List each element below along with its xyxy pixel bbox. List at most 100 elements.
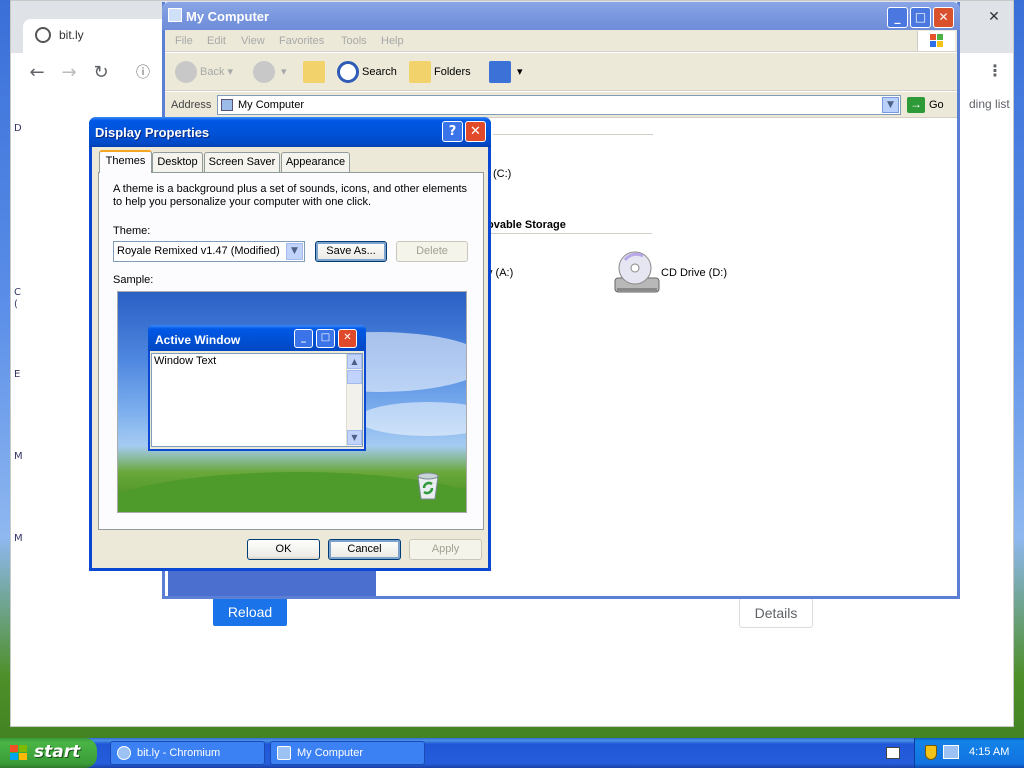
sample-label: Sample: — [113, 274, 154, 286]
network-icon[interactable] — [943, 745, 959, 759]
forward-arrow-icon[interactable]: → — [57, 61, 81, 85]
close-button[interactable]: ✕ — [933, 7, 954, 28]
edge-letter: M — [14, 451, 23, 462]
menu-file[interactable]: File — [175, 35, 193, 47]
sample-scrollbar: ▲ ▼ — [346, 354, 362, 446]
chevron-down-icon[interactable]: ▼ — [286, 243, 303, 260]
themes-description: A theme is a background plus a set of so… — [113, 183, 468, 208]
sample-window-text: Window Text — [154, 355, 217, 367]
scroll-up-icon: ▲ — [347, 354, 362, 369]
chromium-tab-title: bit.ly — [59, 28, 84, 42]
computer-icon — [168, 8, 182, 22]
ok-button[interactable]: OK — [247, 539, 320, 560]
display-properties-dialog: Display Properties ? ✕ Themes Desktop Sc… — [89, 117, 491, 571]
taskbar-item-my-computer[interactable]: My Computer — [270, 741, 425, 765]
folders-button[interactable]: Folders — [409, 61, 471, 83]
maximize-button[interactable]: □ — [910, 7, 931, 28]
tab-desktop[interactable]: Desktop — [152, 152, 203, 172]
help-button[interactable]: ? — [442, 121, 463, 142]
tab-themes[interactable]: Themes — [99, 150, 152, 173]
globe-icon — [35, 27, 51, 43]
windows-flag-icon — [10, 745, 27, 760]
my-computer-title: My Computer — [186, 9, 270, 24]
sample-active-window-title: Active Window — [155, 333, 241, 347]
clock[interactable]: 4:15 AM — [969, 746, 1009, 758]
back-arrow-icon[interactable]: ← — [25, 61, 49, 85]
theme-select-value: Royale Remixed v1.47 (Modified) — [117, 245, 280, 257]
apply-button[interactable]: Apply — [409, 539, 482, 560]
scroll-thumb — [347, 370, 362, 384]
drive-c-label[interactable]: (C:) — [493, 168, 511, 180]
details-button[interactable]: Details — [739, 598, 813, 628]
sample-active-window: Active Window _ □ ✕ Window Text ▲ ▼ — [148, 325, 366, 451]
edge-letter: ( — [14, 299, 18, 310]
edge-letter: D — [14, 123, 22, 134]
reload-icon[interactable]: ↻ — [89, 61, 113, 85]
tab-appearance[interactable]: Appearance — [281, 152, 350, 172]
system-tray: 4:15 AM — [914, 738, 1024, 768]
forward-button[interactable]: ▾ — [253, 61, 287, 83]
section-divider — [487, 233, 652, 234]
address-bar: Address My Computer ▼ → Go — [165, 92, 957, 118]
close-icon: ✕ — [338, 329, 357, 348]
menu-tools[interactable]: Tools — [341, 35, 367, 47]
windows-flag-icon — [917, 31, 955, 51]
theme-select[interactable]: Royale Remixed v1.47 (Modified) ▼ — [113, 241, 305, 262]
address-label: Address — [171, 99, 212, 111]
cd-drive-icon[interactable] — [613, 248, 661, 296]
themes-tab-panel: A theme is a background plus a set of so… — [98, 172, 484, 530]
scroll-down-icon: ▼ — [347, 430, 362, 445]
menu-help[interactable]: Help — [381, 35, 404, 47]
theme-label: Theme: — [113, 225, 151, 237]
taskbar-item-chromium[interactable]: bit.ly - Chromium — [110, 741, 265, 765]
menu-favorites[interactable]: Favorites — [279, 35, 324, 47]
menu-view[interactable]: View — [241, 35, 265, 47]
dialog-close-button[interactable]: ✕ — [465, 121, 486, 142]
security-shield-icon[interactable] — [925, 745, 937, 760]
edge-letter: E — [14, 369, 21, 380]
menu-edit[interactable]: Edit — [207, 35, 226, 47]
reading-list-button[interactable]: ding list — [969, 97, 1010, 111]
tab-screen-saver[interactable]: Screen Saver — [204, 152, 280, 172]
keyboard-icon[interactable] — [886, 747, 900, 759]
views-icon — [489, 61, 511, 83]
address-input[interactable]: My Computer ▼ — [217, 95, 901, 115]
back-button[interactable]: Back ▾ — [175, 61, 233, 83]
computer-icon — [221, 99, 233, 111]
taskbar: start bit.ly - Chromium My Computer 4:15… — [0, 738, 1024, 768]
chromium-menu-icon[interactable]: ⋮ — [987, 61, 1003, 80]
views-button[interactable]: ▾ — [489, 61, 523, 83]
edge-letter: M — [14, 533, 23, 544]
search-icon — [337, 61, 359, 83]
chromium-tab[interactable]: bit.ly — [23, 19, 173, 53]
taskbar-item-label: bit.ly - Chromium — [137, 747, 221, 759]
cancel-button[interactable]: Cancel — [328, 539, 401, 560]
start-label: start — [34, 742, 81, 762]
folder-icon — [409, 61, 431, 83]
chromium-close-button[interactable]: ✕ — [973, 9, 1015, 29]
save-as-button[interactable]: Save As... — [315, 241, 387, 262]
up-folder-button[interactable] — [303, 61, 328, 83]
sample-active-window-titlebar: Active Window _ □ ✕ — [148, 325, 366, 351]
go-arrow-icon: → — [907, 97, 925, 113]
cloud — [358, 402, 466, 436]
info-icon[interactable]: ⓘ — [131, 61, 155, 85]
start-button[interactable]: start — [0, 738, 97, 768]
reload-button[interactable]: Reload — [213, 598, 287, 626]
search-button[interactable]: Search — [337, 61, 397, 83]
section-divider — [493, 134, 653, 135]
chevron-down-icon[interactable]: ▼ — [882, 97, 899, 113]
cd-drive-label[interactable]: CD Drive (D:) — [661, 267, 727, 279]
edge-letter: C — [14, 287, 21, 298]
minimize-icon: _ — [294, 329, 313, 348]
details-pane-bottom — [168, 569, 376, 596]
recycle-bin-icon — [417, 472, 439, 500]
display-properties-titlebar[interactable]: Display Properties ? ✕ — [89, 117, 491, 147]
my-computer-titlebar[interactable]: My Computer _ □ ✕ — [162, 2, 960, 30]
chromium-icon — [117, 746, 131, 760]
go-button[interactable]: → Go — [907, 97, 944, 113]
minimize-button[interactable]: _ — [887, 7, 908, 28]
sample-window-body: Window Text ▲ ▼ — [151, 353, 363, 447]
theme-sample-preview: Active Window _ □ ✕ Window Text ▲ ▼ — [117, 291, 467, 513]
delete-button[interactable]: Delete — [396, 241, 468, 262]
